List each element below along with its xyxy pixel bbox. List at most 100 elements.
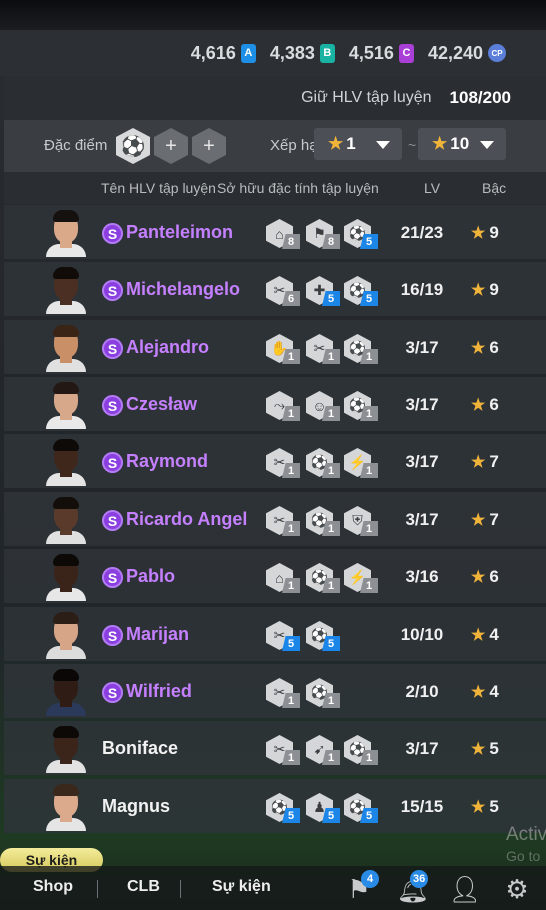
coach-grade: ★ 6 [471, 567, 499, 587]
coach-row[interactable]: Boniface ✂ 1 ➹ 1 ⚽ 1 3/17 ★ 5 [4, 721, 546, 775]
gear-icon[interactable]: ⚙ [500, 872, 534, 906]
coach-row[interactable]: S Czesław ⤳ 1 ☺ 1 ⚽ 1 3/17 ★ 6 [4, 377, 546, 431]
a-coin-icon: A [240, 43, 256, 63]
coach-level: 3/17 [405, 452, 439, 471]
coach-avatar [46, 723, 86, 773]
currency-a-value: 4,616 [190, 42, 236, 63]
add-trait-filter-button-2[interactable]: + [192, 128, 226, 164]
chevron-down-icon [376, 141, 390, 149]
coach-avatar [46, 264, 86, 314]
coach-level: 3/16 [405, 567, 439, 586]
coach-name: Alejandro [126, 337, 210, 357]
table-header: Tên HLV tập luyện Sở hữu đặc tính tập lu… [4, 172, 546, 204]
nav-clb[interactable]: CLB [127, 878, 160, 896]
coach-row[interactable]: S Marijan ✂ 5 ⚽ 5 10/10 ★ 4 [4, 607, 546, 661]
trait-badge: ✂ 6 [266, 276, 302, 306]
coach-name: Magnus [102, 796, 171, 816]
trait-badge: ⌂ 8 [266, 219, 302, 249]
coach-grade: ★ 5 [471, 797, 499, 817]
profile-icon[interactable]: 👤︎ [448, 872, 482, 906]
coach-name: Raymond [126, 451, 209, 471]
special-s-badge: S [102, 395, 123, 416]
trait-badge: ⛨ 1 [344, 506, 380, 536]
bottom-nav: Shop CLB Sự kiện ⚑ 4 🔔︎ 36 👤︎ ⚙ [0, 866, 546, 910]
currency-bar: 4,616 A 4,383 B 4,516 C 42,240 CP [0, 30, 546, 76]
trait-badge: ⚡ 1 [344, 563, 380, 593]
col-lv[interactable]: LV [424, 180, 440, 196]
grade-from-select[interactable]: ★ 1 [314, 128, 402, 160]
coach-grade-value: 7 [489, 452, 499, 471]
trait-badge: ⚽ 1 [344, 391, 380, 421]
grade-to-select[interactable]: ★ 10 [418, 128, 506, 160]
trait-badge: ➹ 1 [306, 735, 342, 765]
coach-grade: ★ 7 [471, 510, 499, 530]
col-grade[interactable]: Bậc [482, 180, 506, 196]
coach-name: Marijan [126, 624, 190, 644]
coach-avatar [46, 436, 86, 486]
currency-cp: 42,240 CP [428, 43, 506, 64]
coach-row[interactable]: S Panteleimon ⌂ 8 ⚑ 8 ⚽ 5 21/23 ★ 9 [4, 205, 546, 259]
coach-row[interactable]: S Alejandro ✋ 1 ✂ 1 ⚽ 1 3/17 ★ 6 [4, 320, 546, 374]
coach-level: 3/17 [405, 510, 439, 529]
coach-row[interactable]: S Michelangelo ✂ 6 ✚ 5 ⚽ 5 16/19 ★ 9 [4, 262, 546, 316]
coach-avatar [46, 666, 86, 716]
coach-grade-value: 5 [489, 797, 499, 816]
currency-b-value: 4,383 [269, 42, 315, 63]
coach-avatar [46, 207, 86, 257]
add-trait-filter-button[interactable]: + [154, 128, 188, 164]
coach-grade: ★ 6 [471, 338, 499, 358]
coach-grade-value: 4 [489, 625, 499, 644]
special-s-badge: S [102, 280, 123, 301]
trait-filter-selected[interactable]: ⚽ [116, 128, 150, 164]
coach-level: 2/10 [405, 682, 439, 701]
coach-name: Boniface [102, 738, 179, 758]
nav-shop[interactable]: Shop [33, 878, 73, 896]
coach-name: Panteleimon [126, 222, 234, 242]
star-icon: ★ [471, 684, 486, 701]
range-separator: ~ [408, 137, 417, 153]
trait-badge: ☺ 1 [306, 391, 342, 421]
coach-row[interactable]: S Ricardo Angel ✂ 1 ⚽ 1 ⛨ 1 3/17 ★ 7 [4, 492, 546, 546]
chevron-down-icon [480, 141, 494, 149]
plus-icon: + [203, 134, 215, 157]
nav-divider [97, 880, 98, 898]
star-icon: ★ [471, 799, 486, 816]
col-name[interactable]: Tên HLV tập luyện [101, 180, 216, 196]
coach-grade-value: 9 [489, 223, 499, 242]
cp-coin-icon: CP [488, 44, 506, 62]
coach-row[interactable]: S Wilfried ✂ 1 ⚽ 1 2/10 ★ 4 [4, 664, 546, 718]
coach-grade: ★ 7 [471, 452, 499, 472]
coach-avatar [46, 322, 86, 372]
coach-row[interactable]: S Raymond ✂ 1 ⚽ 1 ⚡ 1 3/17 ★ 7 [4, 434, 546, 488]
star-icon: ★ [471, 282, 486, 299]
filter-row: Đặc điểm c ⚽ + + Xếp hạ ★ 1 ~ ★ 10 [4, 120, 546, 172]
col-traits[interactable]: Sở hữu đặc tính tập luyện [217, 180, 379, 196]
coach-grade: ★ 9 [471, 280, 499, 300]
coach-grade-value: 5 [489, 739, 499, 758]
coach-level: 10/10 [400, 625, 444, 644]
trait-badge: ⚑ 8 [306, 219, 342, 249]
watermark-line2: Go to [506, 848, 541, 864]
coach-name: Pablo [126, 566, 176, 586]
currency-a: 4,616 A [191, 43, 256, 64]
coach-avatar [46, 551, 86, 601]
b-coin-icon: B [319, 43, 335, 63]
hold-label: Giữ HLV tập luyện [301, 89, 432, 106]
star-icon: ★ [471, 741, 486, 758]
top-strip [0, 0, 546, 30]
trait-badge: ✂ 1 [306, 334, 342, 364]
star-icon: ★ [471, 627, 486, 644]
trait-badge: ⚽ 5 [344, 276, 380, 306]
coach-grade-value: 4 [489, 682, 499, 701]
currency-c-value: 4,516 [348, 42, 394, 63]
nav-events[interactable]: Sự kiện [212, 878, 271, 896]
trait-badge: ✂ 5 [266, 621, 302, 651]
grade-to-value: 10 [450, 134, 470, 153]
coach-row[interactable]: Magnus ⚽ 5 ♟ 5 ⚽ 5 15/15 ★ 5 [4, 779, 546, 833]
coach-level: 15/15 [400, 797, 444, 816]
watermark-line1: Activ [506, 824, 546, 845]
coach-row[interactable]: S Pablo ⌂ 1 ⚽ 1 ⚡ 1 3/16 ★ 6 [4, 549, 546, 603]
currency-c: 4,516 C [349, 43, 414, 64]
trait-badge: ⚽ 1 [306, 448, 342, 478]
star-icon: ★ [471, 454, 486, 471]
